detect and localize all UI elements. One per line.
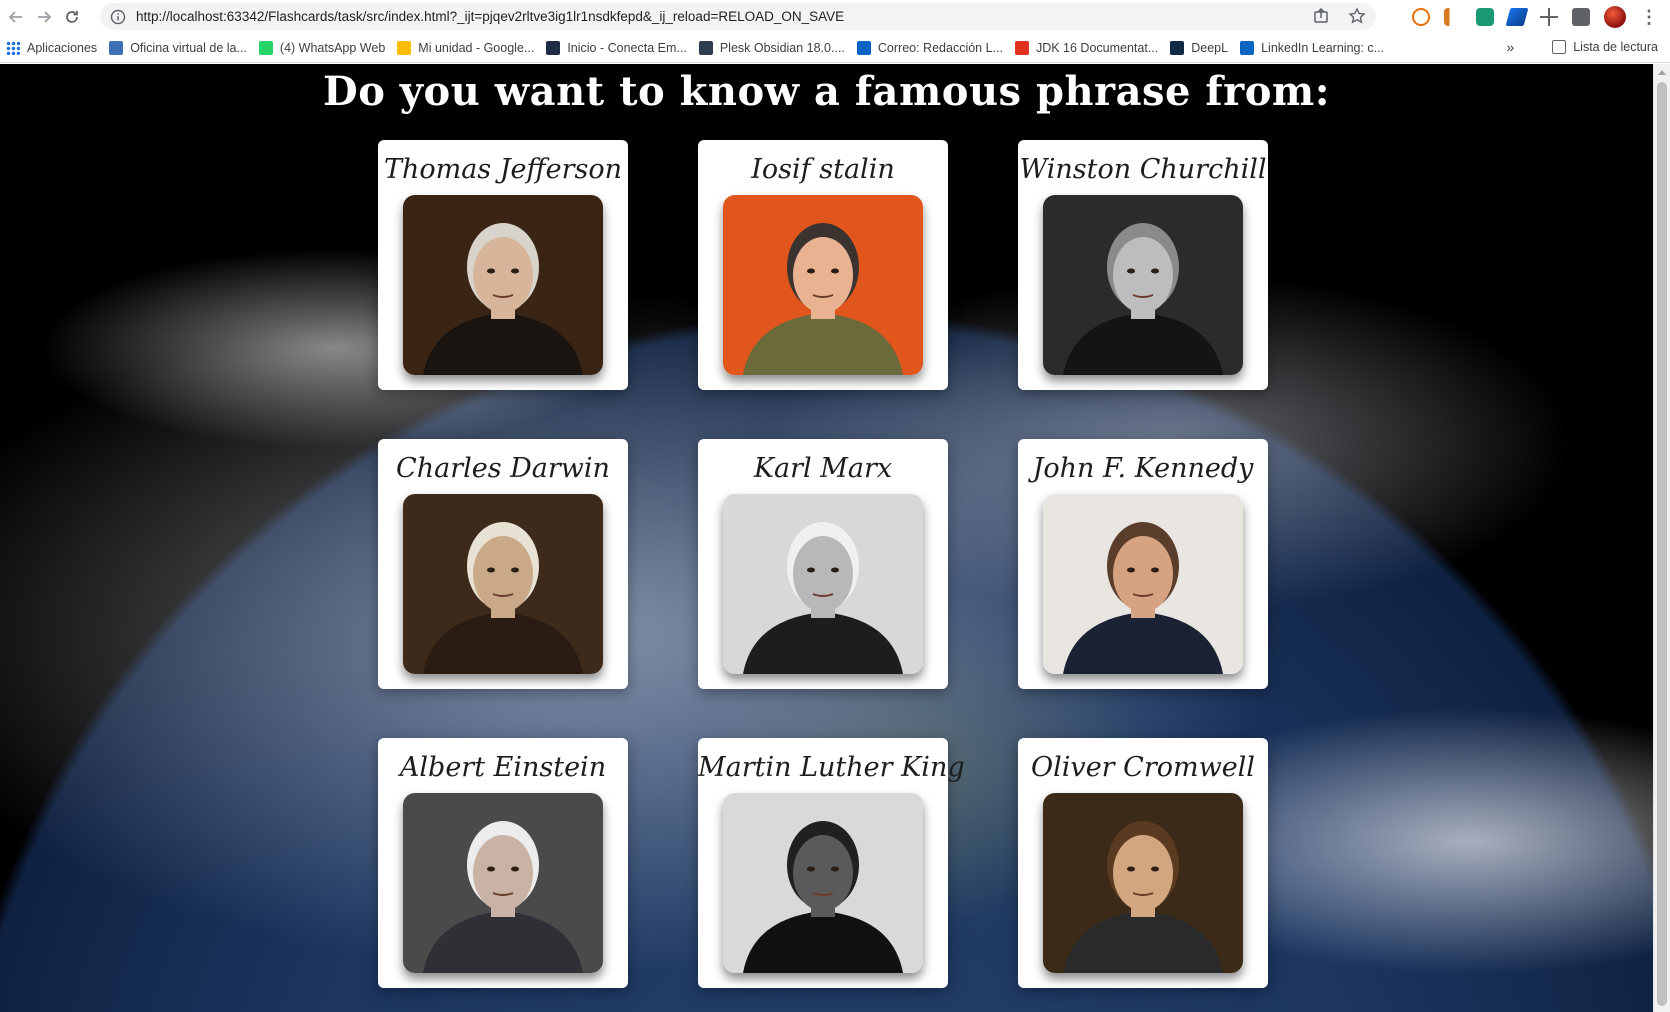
browser-toolbar: http://localhost:63342/Flashcards/task/s…	[0, 0, 1670, 33]
person-card[interactable]: Iosif stalin	[698, 140, 948, 390]
page-title: Do you want to know a famous phrase from…	[323, 68, 1330, 115]
bookmark-item[interactable]: Plesk Obsidian 18.0....	[698, 40, 845, 55]
bookmark-label: Mi unidad - Google...	[418, 40, 535, 55]
reading-list-icon	[1552, 40, 1567, 54]
bookmarks-bar: Aplicaciones Oficina virtual de la... (4) …	[0, 33, 1670, 63]
person-name: Karl Marx	[753, 453, 893, 484]
portrait-image	[723, 793, 923, 973]
bookmark-label: JDK 16 Documentat...	[1035, 40, 1159, 55]
portrait-image	[1043, 195, 1243, 375]
bookmark-label: DeepL	[1191, 40, 1229, 55]
bookmark-label: (4) WhatsApp Web	[279, 40, 386, 55]
bookmarks-right: » Lista de lectura	[1506, 39, 1658, 55]
person-card[interactable]: John F. Kennedy	[1018, 439, 1268, 689]
bookmark-item[interactable]: Inicio - Conecta Em...	[546, 40, 687, 55]
info-icon[interactable]	[110, 9, 126, 25]
bookmark-label: Aplicaciones	[27, 40, 98, 55]
outlook-icon	[856, 40, 871, 55]
bookmark-label: Correo: Redacción L...	[877, 40, 1003, 55]
url-text[interactable]: http://localhost:63342/Flashcards/task/s…	[136, 9, 844, 24]
whatsapp-icon	[258, 40, 273, 55]
bookmark-item[interactable]: Correo: Redacción L...	[856, 40, 1003, 55]
portrait-image	[403, 195, 603, 375]
extension-3-icon[interactable]	[1476, 8, 1494, 26]
person-name: Winston Churchill	[1019, 154, 1267, 185]
person-card[interactable]: Karl Marx	[698, 439, 948, 689]
extension-5-icon[interactable]	[1540, 8, 1558, 26]
deepl-icon	[1170, 40, 1185, 55]
portrait-image	[403, 793, 603, 973]
person-card[interactable]: Charles Darwin	[378, 439, 628, 689]
more-bookmarks-icon[interactable]: »	[1506, 39, 1514, 55]
linkedin-icon	[1240, 40, 1255, 55]
portrait-image	[723, 195, 923, 375]
extension-2-icon[interactable]	[1444, 8, 1462, 26]
scrollbar-thumb[interactable]	[1657, 82, 1667, 1006]
puzzle-icon[interactable]	[1572, 8, 1590, 26]
person-name: Albert Einstein	[399, 752, 607, 783]
bookmark-item[interactable]: (4) WhatsApp Web	[258, 40, 386, 55]
reading-list-button[interactable]: Lista de lectura	[1552, 40, 1658, 54]
bookmark-item[interactable]: LinkedIn Learning: c...	[1240, 40, 1385, 55]
person-name: Charles Darwin	[396, 453, 610, 484]
address-bar[interactable]: http://localhost:63342/Flashcards/task/s…	[100, 3, 1376, 30]
portrait-image	[1043, 494, 1243, 674]
person-name: Iosif stalin	[751, 154, 895, 185]
bookmark-item[interactable]: Oficina virtual de la...	[109, 40, 247, 55]
drive-icon	[397, 40, 412, 55]
reload-icon[interactable]	[60, 5, 84, 29]
back-arrow-icon[interactable]	[4, 5, 28, 29]
person-name: John F. Kennedy	[1032, 453, 1254, 484]
person-card[interactable]: Oliver Cromwell	[1018, 738, 1268, 988]
person-card[interactable]: Martin Luther King	[698, 738, 965, 988]
bookmark-item[interactable]: DeepL	[1170, 40, 1229, 55]
extension-4-icon[interactable]	[1505, 8, 1529, 26]
person-name: Martin Luther King	[698, 752, 965, 783]
star-icon[interactable]	[1348, 7, 1366, 25]
scroll-up-icon[interactable]	[1658, 70, 1666, 75]
extension-1-icon[interactable]	[1412, 8, 1430, 26]
bookmark-item[interactable]: JDK 16 Documentat...	[1014, 40, 1159, 55]
portrait-image	[723, 494, 923, 674]
oracle-icon	[1014, 40, 1029, 55]
bookmark-label: LinkedIn Learning: c...	[1261, 40, 1385, 55]
profile-avatar[interactable]	[1604, 6, 1626, 28]
person-card[interactable]: Albert Einstein	[378, 738, 628, 988]
ce-icon	[546, 40, 561, 55]
office-icon	[109, 40, 124, 55]
plesk-icon	[698, 40, 713, 55]
person-name: Thomas Jefferson	[383, 154, 623, 185]
bookmark-item[interactable]: Aplicaciones	[6, 40, 98, 55]
person-card[interactable]: Thomas Jefferson	[378, 140, 628, 390]
reading-list-label: Lista de lectura	[1573, 40, 1658, 54]
person-name: Oliver Cromwell	[1031, 752, 1255, 783]
person-card[interactable]: Winston Churchill	[1018, 140, 1268, 390]
bookmark-label: Plesk Obsidian 18.0....	[719, 40, 845, 55]
apps-grid-icon	[6, 40, 20, 55]
bookmark-item[interactable]: Mi unidad - Google...	[397, 40, 535, 55]
portrait-image	[1043, 793, 1243, 973]
bookmark-label: Oficina virtual de la...	[130, 40, 247, 55]
extensions-area: ⋮	[1412, 6, 1658, 28]
share-icon[interactable]	[1312, 7, 1330, 25]
page-content: Do you want to know a famous phrase from…	[0, 64, 1670, 1012]
bookmark-label: Inicio - Conecta Em...	[567, 40, 687, 55]
browser-menu-icon[interactable]: ⋮	[1640, 8, 1658, 26]
vertical-scrollbar[interactable]	[1653, 64, 1670, 1012]
forward-arrow-icon[interactable]	[32, 5, 56, 29]
portrait-image	[403, 494, 603, 674]
